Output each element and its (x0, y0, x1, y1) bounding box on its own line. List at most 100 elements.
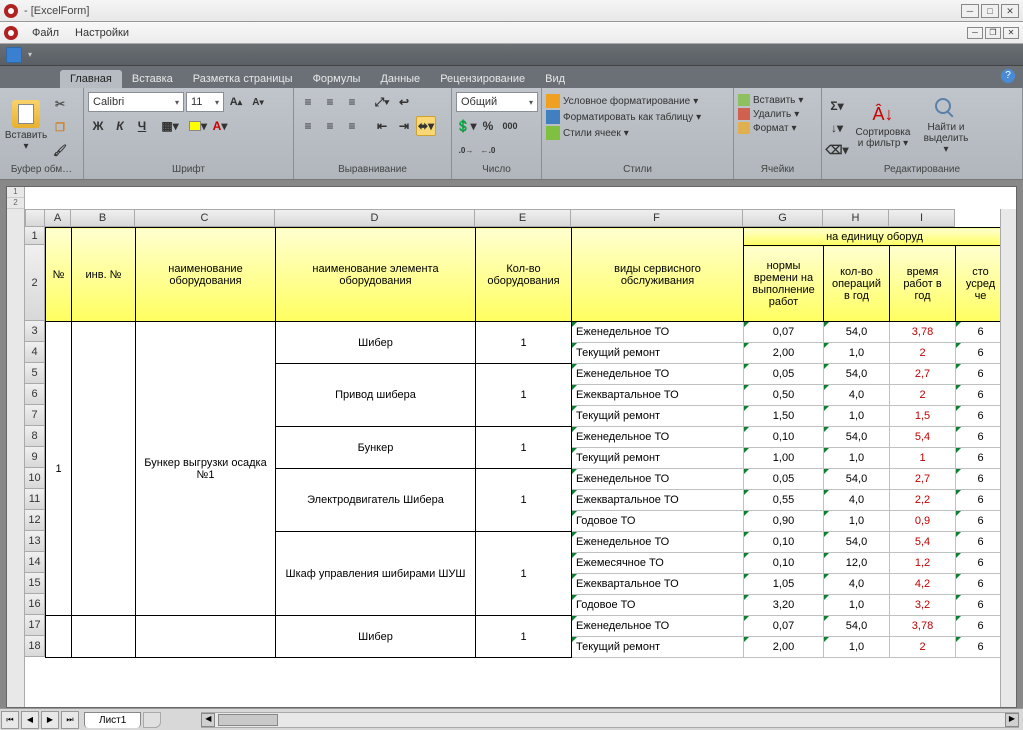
col-header-D[interactable]: D (275, 209, 475, 227)
row-header-8[interactable]: 8 (25, 426, 45, 447)
cut-button[interactable] (50, 94, 70, 114)
qat-dropdown-icon[interactable]: ▾ (26, 48, 34, 62)
col-header-I[interactable]: I (889, 209, 955, 227)
outline-bar[interactable]: 12 (7, 187, 25, 707)
wrap-text-button[interactable]: ↩ (394, 92, 414, 112)
col-header-A[interactable]: A (45, 209, 71, 227)
sheet-nav-prev[interactable]: ◀ (21, 711, 39, 729)
autosum-button[interactable]: Σ▾ (826, 96, 848, 116)
percent-button[interactable]: % (478, 116, 498, 136)
align-top-button[interactable]: ≡ (298, 92, 318, 112)
cell-styles-button[interactable]: Стили ячеек ▾ (546, 126, 629, 140)
menu-file[interactable]: Файл (30, 25, 61, 41)
format-as-table-button[interactable]: Форматировать как таблицу ▾ (546, 110, 701, 124)
qat-save-button[interactable] (6, 47, 22, 63)
align-bottom-button[interactable]: ≡ (342, 92, 362, 112)
row-header-9[interactable]: 9 (25, 447, 45, 468)
col-header-F[interactable]: F (571, 209, 743, 227)
app-menu-icon[interactable] (4, 26, 18, 40)
hscroll-left[interactable]: ◀ (201, 713, 215, 727)
tab-formulas[interactable]: Формулы (303, 70, 371, 88)
clear-button[interactable]: ⌫▾ (826, 140, 848, 160)
mdi-minimize-button[interactable]: ─ (967, 27, 983, 39)
align-center-button[interactable]: ≡ (320, 116, 340, 136)
decrease-indent-button[interactable]: ⇤ (372, 116, 392, 136)
fill-button[interactable]: ↓▾ (826, 118, 848, 138)
col-header-G[interactable]: G (743, 209, 823, 227)
select-all-corner[interactable] (25, 209, 45, 227)
row-header-11[interactable]: 11 (25, 489, 45, 510)
row-header-7[interactable]: 7 (25, 405, 45, 426)
row-header-10[interactable]: 10 (25, 468, 45, 489)
hscroll-thumb[interactable] (218, 714, 278, 726)
number-format-combo[interactable]: Общий▾ (456, 92, 538, 112)
conditional-formatting-button[interactable]: Условное форматирование ▾ (546, 94, 698, 108)
font-name-combo[interactable]: Calibri▾ (88, 92, 184, 112)
increase-decimal-button[interactable]: .0→ (456, 140, 476, 160)
tab-view[interactable]: Вид (535, 70, 575, 88)
insert-cells-button[interactable]: Вставить ▾ (738, 94, 803, 106)
row-header-1[interactable]: 1 (25, 227, 45, 245)
row-header-14[interactable]: 14 (25, 552, 45, 573)
hscroll-right[interactable]: ▶ (1005, 713, 1019, 727)
mdi-close-button[interactable]: ✕ (1003, 27, 1019, 39)
row-header-2[interactable]: 2 (25, 245, 45, 321)
underline-button[interactable]: Ч (132, 116, 152, 136)
comma-button[interactable]: 000 (500, 116, 520, 136)
sheet-nav-first[interactable]: ⏮ (1, 711, 19, 729)
find-select-button[interactable]: Найти и выделить ▾ (918, 92, 974, 160)
mdi-restore-button[interactable]: ❐ (985, 27, 1001, 39)
format-painter-button[interactable] (50, 140, 70, 160)
shrink-font-button[interactable]: A▾ (248, 92, 268, 112)
orientation-button[interactable]: ⤢▾ (372, 92, 392, 112)
row-header-6[interactable]: 6 (25, 384, 45, 405)
align-left-button[interactable]: ≡ (298, 116, 318, 136)
row-header-15[interactable]: 15 (25, 573, 45, 594)
menu-settings[interactable]: Настройки (73, 25, 131, 41)
row-header-13[interactable]: 13 (25, 531, 45, 552)
align-right-button[interactable]: ≡ (342, 116, 362, 136)
accounting-format-button[interactable]: 💲▾ (456, 116, 476, 136)
maximize-button[interactable]: □ (981, 4, 999, 18)
align-middle-button[interactable]: ≡ (320, 92, 340, 112)
tab-insert[interactable]: Вставка (122, 70, 183, 88)
merge-center-button[interactable]: ⬌▾ (416, 116, 436, 136)
row-header-17[interactable]: 17 (25, 615, 45, 636)
border-button[interactable]: ▦▾ (160, 116, 180, 136)
sort-filter-button[interactable]: Â↓ Сортировка и фильтр ▾ (852, 92, 914, 160)
new-sheet-button[interactable] (143, 712, 161, 728)
vertical-scrollbar[interactable] (1000, 209, 1016, 707)
tab-data[interactable]: Данные (370, 70, 430, 88)
fill-color-button[interactable]: ▾ (188, 116, 208, 136)
copy-button[interactable] (50, 117, 70, 137)
horizontal-scrollbar[interactable]: ◀ ▶ (201, 712, 1019, 728)
sheet-nav-last[interactable]: ⏭ (61, 711, 79, 729)
sheet-tab-1[interactable]: Лист1 (84, 712, 141, 728)
increase-indent-button[interactable]: ⇥ (394, 116, 414, 136)
close-button[interactable]: ✕ (1001, 4, 1019, 18)
bold-button[interactable]: Ж (88, 116, 108, 136)
tab-review[interactable]: Рецензирование (430, 70, 535, 88)
italic-button[interactable]: К (110, 116, 130, 136)
row-header-4[interactable]: 4 (25, 342, 45, 363)
minimize-button[interactable]: ─ (961, 4, 979, 18)
font-color-button[interactable]: A▾ (210, 116, 230, 136)
col-header-H[interactable]: H (823, 209, 889, 227)
worksheet[interactable]: 12 ABCDEFGHI 123456789101112131415161718… (6, 186, 1017, 708)
grow-font-button[interactable]: A▴ (226, 92, 246, 112)
column-headers[interactable]: ABCDEFGHI (45, 209, 955, 227)
help-icon[interactable]: ? (1001, 69, 1015, 83)
col-header-C[interactable]: C (135, 209, 275, 227)
paste-button[interactable]: Вставить▾ (4, 92, 48, 160)
delete-cells-button[interactable]: Удалить ▾ (738, 108, 799, 120)
row-header-16[interactable]: 16 (25, 594, 45, 615)
row-header-3[interactable]: 3 (25, 321, 45, 342)
row-header-18[interactable]: 18 (25, 636, 45, 657)
tab-pagelayout[interactable]: Разметка страницы (183, 70, 303, 88)
row-header-5[interactable]: 5 (25, 363, 45, 384)
decrease-decimal-button[interactable]: ←.0 (478, 140, 498, 160)
row-headers[interactable]: 123456789101112131415161718 (25, 227, 45, 657)
col-header-E[interactable]: E (475, 209, 571, 227)
tab-home[interactable]: Главная (60, 70, 122, 88)
row-header-12[interactable]: 12 (25, 510, 45, 531)
